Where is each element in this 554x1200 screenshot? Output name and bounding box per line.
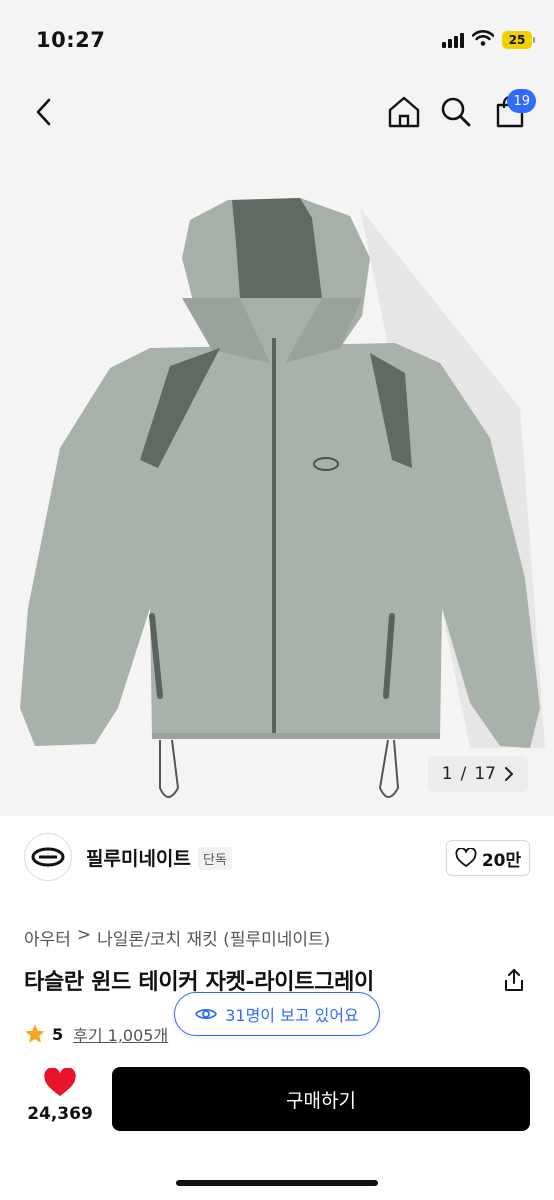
- product-image-gallery[interactable]: 1 / 17: [0, 148, 554, 816]
- breadcrumb-item[interactable]: 나일론/코치 재킷 (필루미네이트): [97, 925, 330, 950]
- brand-logo[interactable]: [24, 833, 72, 881]
- image-counter-current: 1: [441, 764, 453, 784]
- eye-icon: [195, 1008, 218, 1020]
- back-button[interactable]: [26, 94, 62, 130]
- breadcrumb-separator: >: [76, 925, 92, 945]
- battery-icon: 25: [502, 31, 535, 49]
- wifi-icon: [471, 30, 495, 50]
- battery-level: 25: [508, 33, 526, 47]
- viewing-now-badge: 31명이 보고 있어요: [174, 992, 380, 1036]
- brand-row: 필루미네이트 단독 20만: [0, 816, 554, 900]
- heart-filled-icon: [44, 1068, 76, 1096]
- brand-like-count: 20만: [481, 850, 522, 871]
- breadcrumb: 아우터 > 나일론/코치 재킷 (필루미네이트): [24, 925, 330, 950]
- rating-row: 5 후기 1,005개: [24, 1022, 168, 1046]
- buy-button[interactable]: 구매하기: [112, 1067, 530, 1131]
- brand-name[interactable]: 필루미네이트: [86, 844, 191, 871]
- exclusive-badge: 단독: [198, 847, 232, 870]
- chevron-right-icon: [505, 767, 513, 781]
- rating-score: 5: [52, 1024, 64, 1044]
- status-time: 10:27: [36, 28, 106, 52]
- image-counter-separator: /: [460, 764, 467, 784]
- search-icon: [441, 97, 471, 127]
- product-like-count: 24,369: [27, 1104, 93, 1124]
- cellular-signal-icon: [442, 32, 464, 48]
- heart-outline-icon: [455, 848, 477, 867]
- share-button[interactable]: [498, 964, 530, 996]
- review-count-link[interactable]: 후기 1,005개: [73, 1022, 168, 1046]
- status-bar: 10:27 25: [0, 0, 554, 80]
- home-icon: [388, 96, 420, 128]
- star-icon: [25, 1024, 45, 1043]
- share-icon: [505, 969, 523, 991]
- breadcrumb-item[interactable]: 아우터: [24, 925, 71, 950]
- cart-count-badge: 19: [507, 89, 536, 113]
- status-icons: 25: [442, 30, 535, 50]
- chevron-left-icon: [36, 98, 51, 126]
- product-image: [20, 198, 545, 798]
- cart-button[interactable]: 19: [490, 89, 536, 132]
- home-indicator: [176, 1180, 378, 1186]
- brand-like-button[interactable]: 20만: [446, 840, 530, 876]
- home-button[interactable]: [384, 92, 424, 132]
- top-navigation: 19: [0, 80, 554, 148]
- search-button[interactable]: [436, 92, 476, 132]
- viewing-now-text: 31명이 보고 있어요: [225, 1006, 359, 1025]
- image-counter-total: 17: [474, 764, 496, 784]
- product-like-button[interactable]: 24,369: [24, 1068, 96, 1124]
- image-counter[interactable]: 1 / 17: [427, 756, 528, 792]
